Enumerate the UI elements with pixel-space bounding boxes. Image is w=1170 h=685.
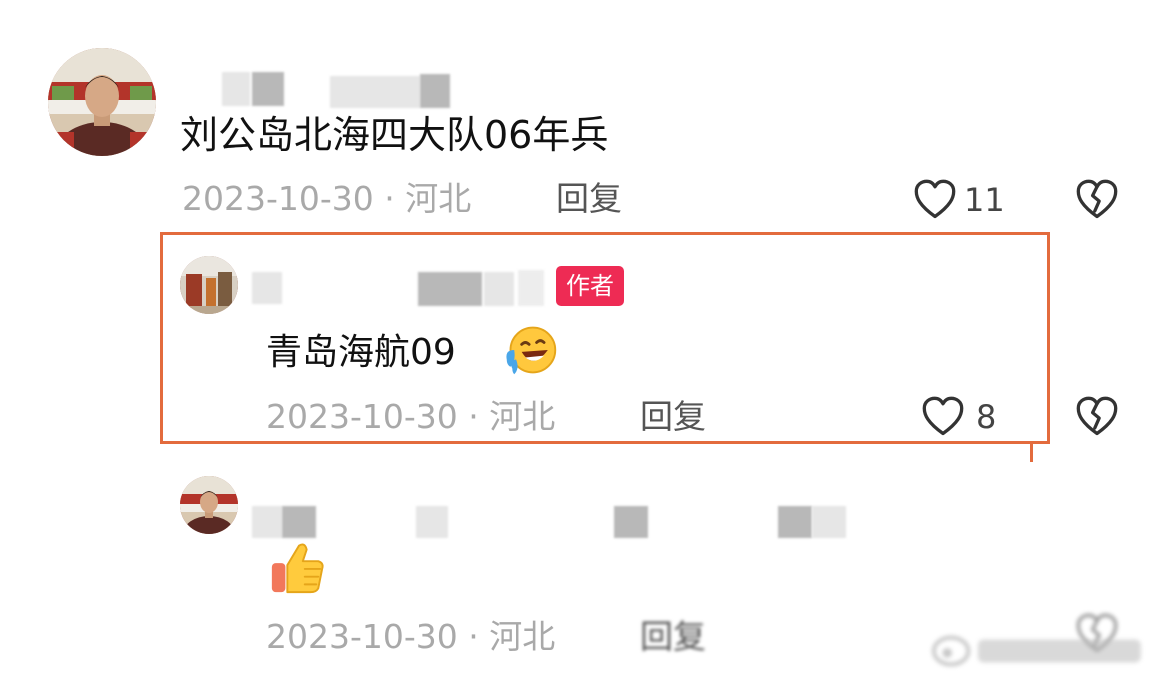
like-count: 11 xyxy=(964,181,1005,219)
broken-heart-icon[interactable] xyxy=(1074,395,1120,439)
like-count: 8 xyxy=(976,398,997,436)
username-redacted[interactable] xyxy=(614,506,648,538)
username-redacted[interactable] xyxy=(252,506,282,538)
watermark-logo xyxy=(931,635,1141,667)
laughing-tears-emoji xyxy=(506,326,557,375)
highlight-marker xyxy=(1030,444,1033,462)
username-redacted[interactable] xyxy=(252,272,282,304)
username-redacted[interactable] xyxy=(420,74,450,108)
heart-outline-icon[interactable] xyxy=(920,395,966,439)
thumbs-up-emoji xyxy=(271,543,324,594)
reply-button[interactable]: 回复 xyxy=(640,620,706,653)
heart-outline-icon[interactable] xyxy=(912,178,958,222)
broken-heart-icon[interactable] xyxy=(1074,178,1120,222)
reply-button[interactable]: 回复 xyxy=(640,400,706,433)
comment-thread: 刘公岛北海四大队06年兵 2023-10-30 · 河北 回复 11 作者 青岛… xyxy=(0,0,1170,685)
username-redacted[interactable] xyxy=(418,272,482,306)
comment-date-location: 2023-10-30 · 河北 xyxy=(266,397,556,436)
username-redacted[interactable] xyxy=(812,506,846,538)
avatar[interactable] xyxy=(180,256,238,314)
username-redacted[interactable] xyxy=(778,506,812,538)
username-redacted[interactable] xyxy=(330,76,420,108)
username-redacted[interactable] xyxy=(252,72,284,106)
comment-text: 刘公岛北海四大队06年兵 xyxy=(180,113,609,157)
comment-date-location: 2023-10-30 · 河北 xyxy=(266,617,556,656)
comment-text: 青岛海航09 xyxy=(266,332,456,373)
avatar[interactable] xyxy=(48,48,156,156)
avatar[interactable] xyxy=(180,476,238,534)
username-redacted[interactable] xyxy=(484,272,514,306)
username-redacted[interactable] xyxy=(416,506,448,538)
username-redacted[interactable] xyxy=(518,270,544,306)
username-redacted[interactable] xyxy=(222,72,250,106)
reply-button[interactable]: 回复 xyxy=(556,182,622,215)
username-redacted[interactable] xyxy=(282,506,316,538)
comment-date-location: 2023-10-30 · 河北 xyxy=(182,179,472,218)
author-badge: 作者 xyxy=(556,266,624,306)
